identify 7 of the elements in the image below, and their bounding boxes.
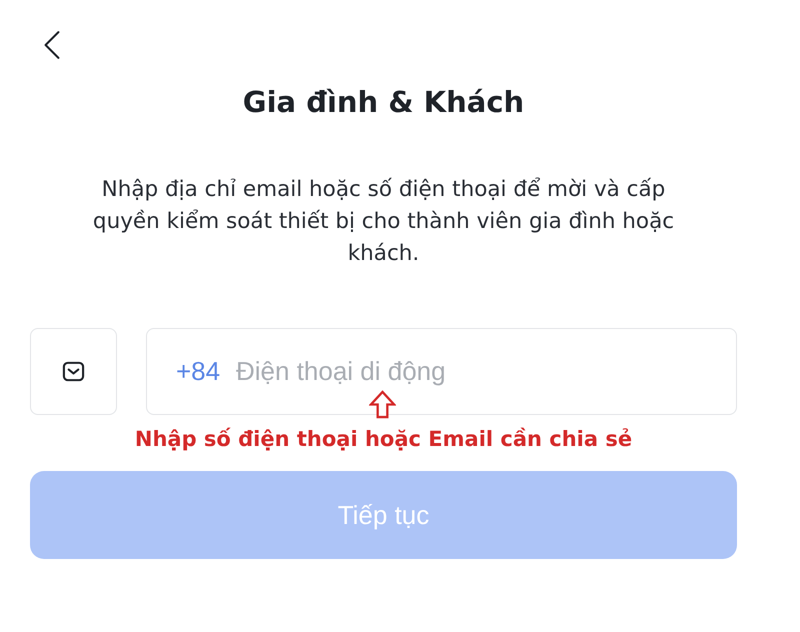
- envelope-icon: [62, 360, 85, 383]
- annotation-text: Nhập số điện thoại hoặc Email cần chia sẻ: [134, 426, 632, 452]
- page-title: Gia đình & Khách: [242, 84, 524, 121]
- email-toggle-button[interactable]: [30, 328, 117, 415]
- up-arrow-icon: [369, 390, 396, 419]
- description-text: Nhập địa chỉ email hoặc số điện thoại để mời và cấp quyền kiểm soát thiết bị cho thành viên gia đình hoặc khách.: [92, 176, 676, 268]
- country-code-prefix[interactable]: +84: [176, 355, 220, 387]
